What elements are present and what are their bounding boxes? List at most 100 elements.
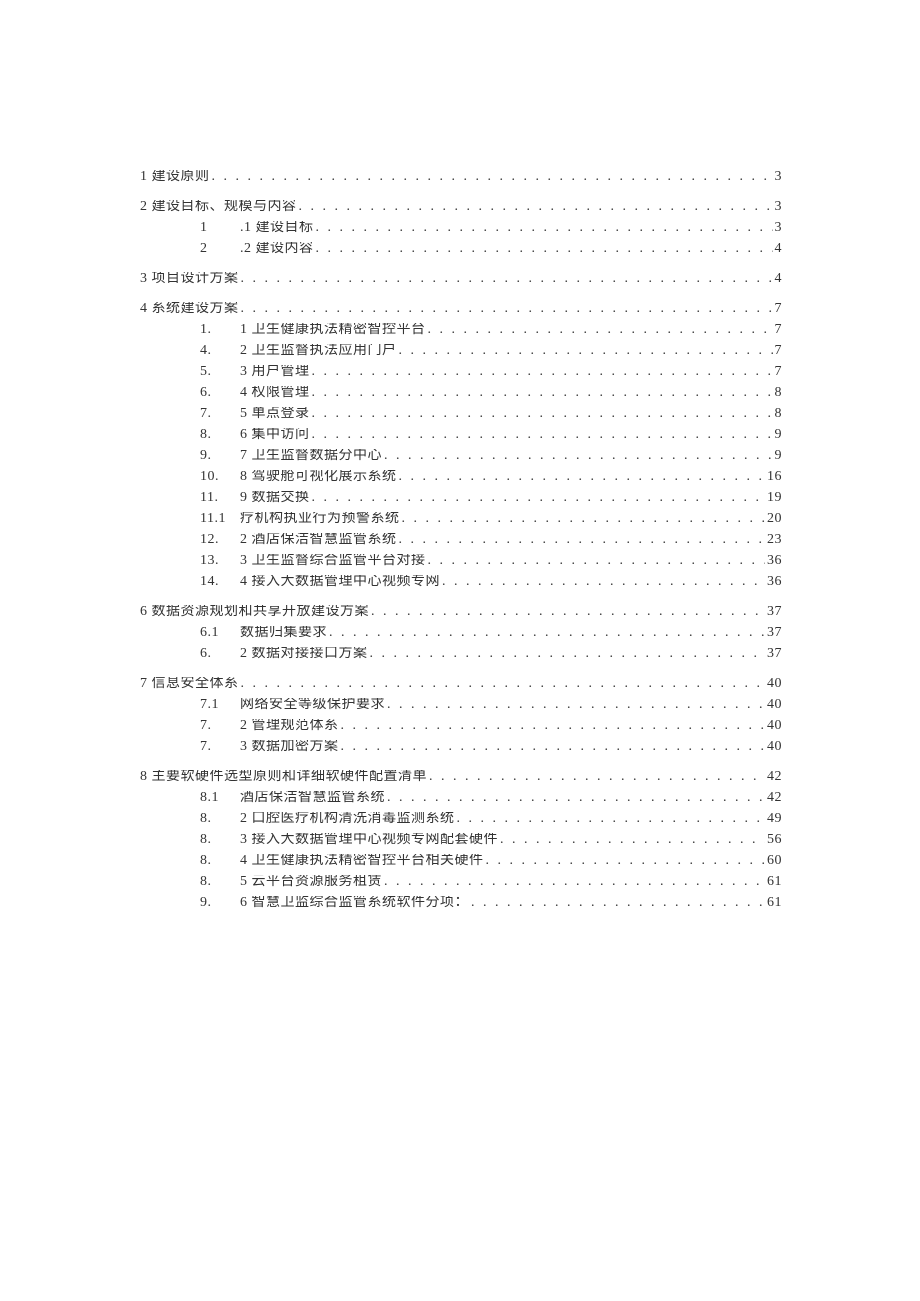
toc-entry[interactable]: 11.1 疗机构执业行为预警系统20 [200,512,782,526]
toc-entry[interactable]: 7.2 管理规范体系40 [200,719,782,733]
toc-entry-title: 5 单点登录 [240,407,310,421]
toc-entry[interactable]: 9.6 智慧卫监综合监管系统软件分项：61 [200,896,782,910]
toc-entry[interactable]: 2 建设目标、规模与内容3 [140,200,782,214]
toc-entry[interactable]: 2.2 建设内容4 [200,242,782,256]
toc-entry-title: 数据归集要求 [240,626,327,640]
toc-leader-dots [382,449,773,463]
toc-page-number: 7 [773,365,783,379]
toc-entry[interactable]: 7 信息安全体系 40 [140,677,782,691]
toc-entry[interactable]: 4 系统建设方案7 [140,302,782,316]
toc-entry-number: 6.1 [200,626,240,640]
toc-page-number: 4 [773,242,783,256]
toc-entry[interactable]: 8.3 接入大数据管理中心视频专网配套硬件56 [200,833,782,847]
toc-page-number: 23 [765,533,782,547]
toc-entry-title: 2 卫生监督执法应用门户 [240,344,397,358]
table-of-contents: 1 建设原则32 建设目标、规模与内容31.1 建设目标32.2 建设内容43 … [138,170,782,910]
toc-leader-dots [314,242,773,256]
toc-entry[interactable]: 14.4 接入大数据管理中心视频专网36 [200,575,782,589]
toc-entry[interactable]: 8.6 集中访问9 [200,428,782,442]
toc-entry-title: 酒店保洁智慧监管系统 [240,791,385,805]
toc-entry-title: 3 用户管理 [240,365,310,379]
toc-entry-title: 9 数据交换 [240,491,310,505]
toc-entry-number: 13. [200,554,240,568]
toc-leader-dots [455,812,766,826]
toc-leader-dots [385,791,765,805]
toc-leader-dots [484,854,766,868]
toc-entry[interactable]: 7.5 单点登录8 [200,407,782,421]
toc-entry-title: 4 卫生健康执法精密智控平台相关硬件 [240,854,484,868]
toc-entry[interactable]: 3 项目设计方案4 [140,272,782,286]
toc-leader-dots [397,344,773,358]
toc-leader-dots [297,200,773,214]
toc-leader-dots [314,221,773,235]
toc-leader-dots [369,605,765,619]
toc-entry-number: 12. [200,533,240,547]
toc-entry[interactable]: 6 数据资源规划和共享开放建设方案37 [140,605,782,619]
toc-entry-title: 疗机构执业行为预警系统 [240,512,400,526]
toc-page-number: 40 [765,677,782,691]
toc-page-number: 7 [773,344,783,358]
toc-entry[interactable]: 7.1网络安全等级保护要求40 [200,698,782,712]
toc-page-number: 61 [765,875,782,889]
toc-page-number: 20 [765,512,782,526]
toc-page-number: 40 [765,719,782,733]
toc-entry[interactable]: 6.2 数据对接接口方案37 [200,647,782,661]
toc-entry-title: 2 口腔医疗机构清洗消毒监测系统 [240,812,455,826]
toc-leader-dots [310,491,766,505]
toc-entry[interactable]: 8.4 卫生健康执法精密智控平台相关硬件60 [200,854,782,868]
toc-leader-dots [385,698,765,712]
toc-page-number: 37 [765,605,782,619]
toc-leader-dots [310,386,773,400]
toc-leader-dots [427,770,765,784]
toc-entry-title: 2 建设目标、规模与内容 [140,200,297,214]
toc-leader-dots [382,875,765,889]
toc-entry-title: 3 项目设计方案 [140,272,239,286]
toc-leader-dots [239,677,766,691]
toc-entry-number: 1. [200,323,240,337]
toc-page-number: 19 [765,491,782,505]
toc-leader-dots [400,512,766,526]
toc-entry-title: .2 建设内容 [240,242,314,256]
toc-entry[interactable]: 7.3 数据加密方案40 [200,740,782,754]
toc-entry[interactable]: 8.1酒店保洁智慧监管系统42 [200,791,782,805]
toc-page-number: 3 [773,170,783,184]
toc-page-number: 3 [773,221,783,235]
toc-entry[interactable]: 10.8 驾驶舱可视化展示系统16 [200,470,782,484]
toc-entry-number: 7. [200,740,240,754]
toc-entry[interactable]: 9.7 卫生监督数据分中心9 [200,449,782,463]
toc-entry[interactable]: 4.2 卫生监督执法应用门户 7 [200,344,782,358]
toc-entry-title: 1 卫生健康执法精密智控平台 [240,323,426,337]
toc-page-number: 49 [765,812,782,826]
toc-entry-number: 8. [200,812,240,826]
toc-entry[interactable]: 13.3 卫生监督综合监管平台对接36 [200,554,782,568]
toc-entry[interactable]: 6.4 权限管理8 [200,386,782,400]
toc-entry[interactable]: 1 建设原则3 [140,170,782,184]
toc-entry-number: 14. [200,575,240,589]
toc-entry[interactable]: 8.5 云平台资源服务租赁61 [200,875,782,889]
toc-entry-number: 4. [200,344,240,358]
toc-entry-title: 7 信息安全体系 [140,677,239,691]
toc-leader-dots [397,470,766,484]
toc-entry[interactable]: 6.1 数据归集要求37 [200,626,782,640]
toc-entry-number: 7. [200,407,240,421]
toc-page-number: 56 [765,833,782,847]
toc-entry-number: 10. [200,470,240,484]
toc-entry[interactable]: 1.1 卫生健康执法精密智控平台7 [200,323,782,337]
toc-entry-title: 2 管理规范体系 [240,719,339,733]
toc-entry-title: 2 数据对接接口方案 [240,647,368,661]
toc-entry[interactable]: 5.3 用户管理7 [200,365,782,379]
toc-entry[interactable]: 12.2 酒店保洁智慧监管系统23 [200,533,782,547]
toc-entry[interactable]: 1.1 建设目标3 [200,221,782,235]
toc-entry[interactable]: 11.9 数据交换19 [200,491,782,505]
toc-entry-title: 5 云平台资源服务租赁 [240,875,382,889]
toc-entry[interactable]: 8 主要软硬件选型原则和详细软硬件配置清单42 [140,770,782,784]
toc-leader-dots [339,740,766,754]
toc-entry-title: 7 卫生监督数据分中心 [240,449,382,463]
toc-leader-dots [310,407,773,421]
toc-leader-dots [239,302,773,316]
toc-entry[interactable]: 8.2 口腔医疗机构清洗消毒监测系统 49 [200,812,782,826]
toc-entry-number: 9. [200,449,240,463]
toc-entry-number: 6. [200,647,240,661]
toc-page-number: 16 [765,470,782,484]
toc-page-number: 61 [765,896,782,910]
